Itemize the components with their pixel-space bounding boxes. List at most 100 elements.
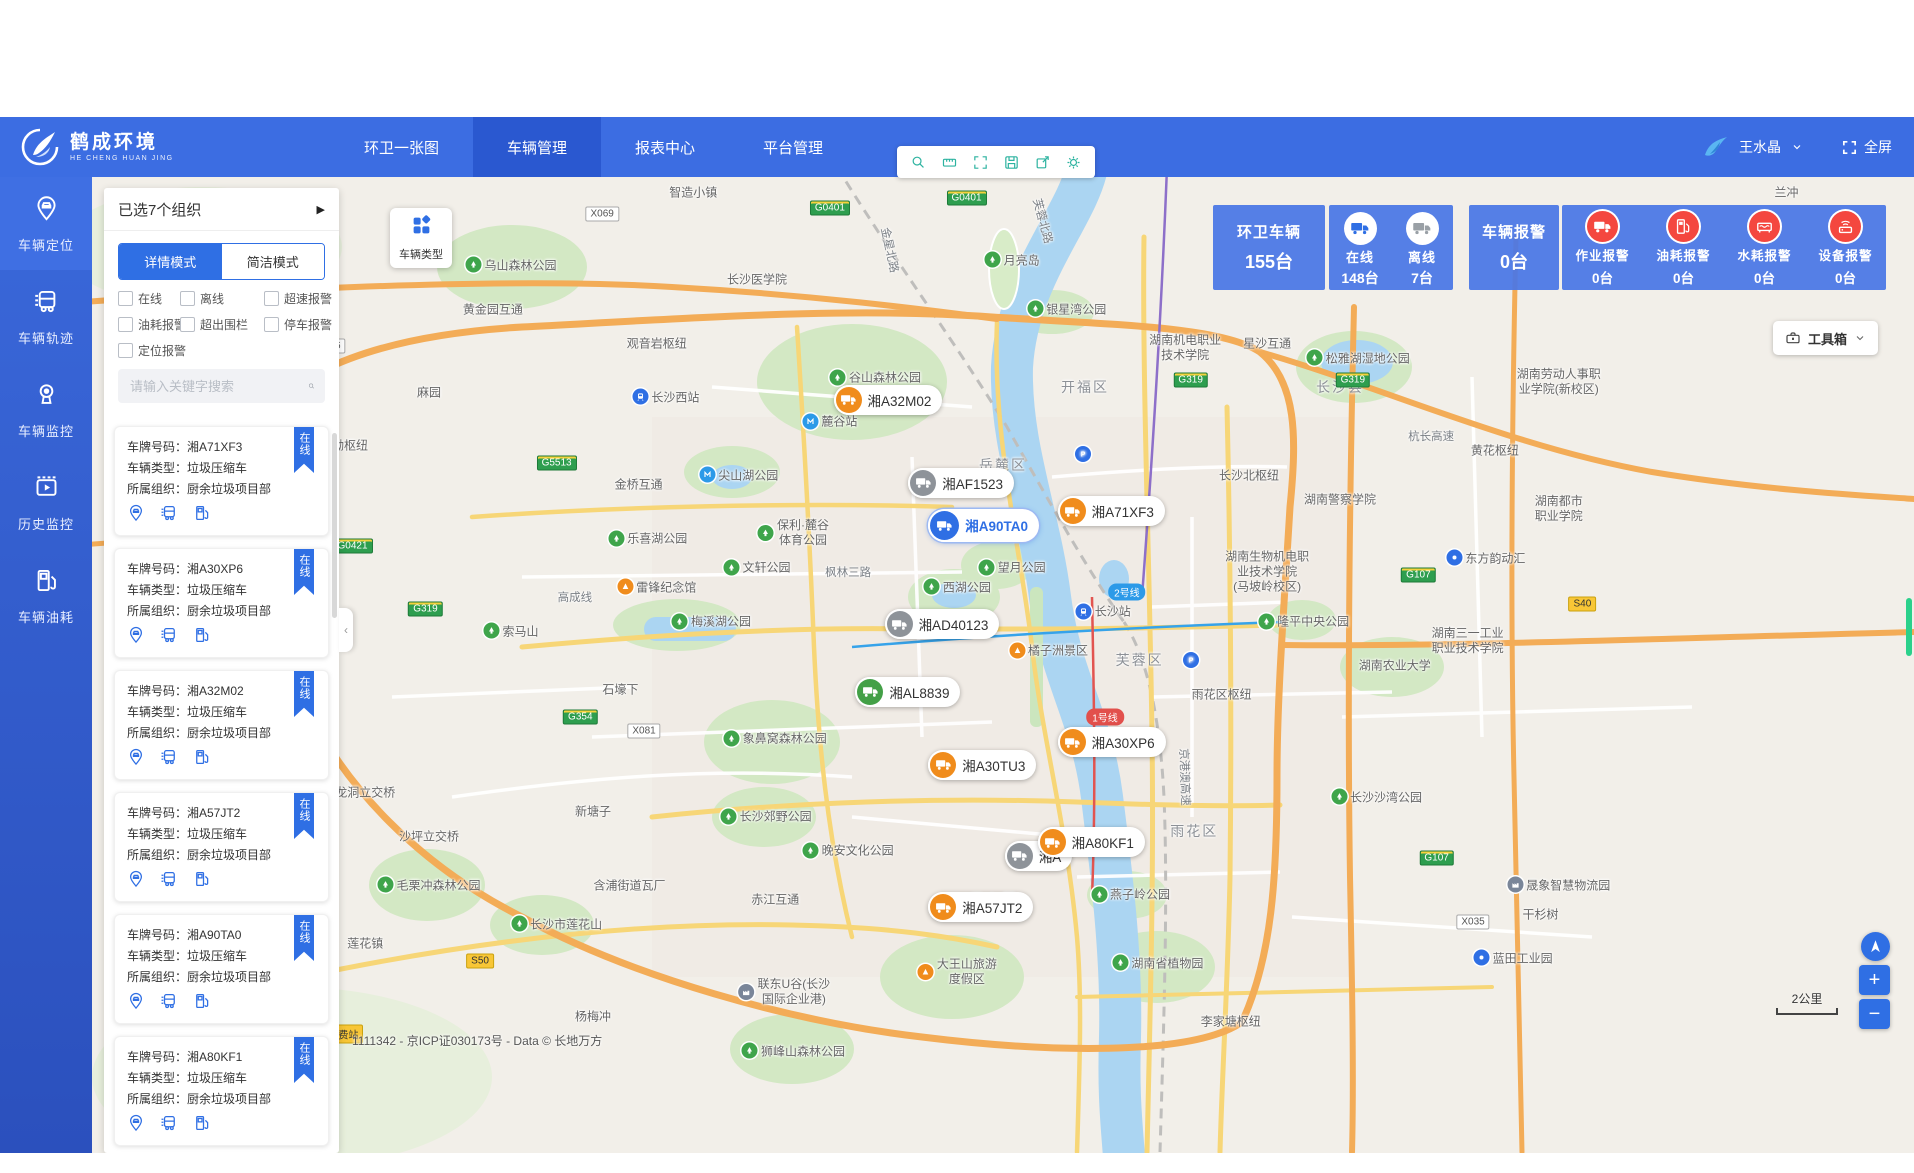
map-vehicle-marker-湘AD40123[interactable]: 湘AD40123 [885, 609, 1000, 639]
map-vehicle-marker-湘AL8839[interactable]: 湘AL8839 [855, 677, 960, 707]
vehicle-type-button[interactable]: 车辆类型 [390, 208, 452, 268]
filter-在线[interactable]: 在线 [118, 290, 180, 307]
map-vehicle-marker-湘A32M02[interactable]: 湘A32M02 [834, 385, 943, 415]
map-vehicle-marker-湘A90TA0[interactable]: 湘A90TA0 [928, 509, 1039, 542]
map-vehicle-marker-湘A57JT2[interactable]: 湘A57JT2 [928, 892, 1033, 922]
checkbox-icon[interactable] [118, 343, 133, 358]
user-avatar[interactable] [1701, 133, 1729, 161]
map-vehicle-marker-湘AF1523[interactable]: 湘AF1523 [908, 468, 1014, 498]
filter-油耗报警[interactable]: 油耗报警 [118, 316, 180, 333]
metro-poi-icon [802, 413, 818, 429]
checkbox-icon[interactable] [180, 317, 195, 332]
pin-car-icon[interactable] [127, 992, 145, 1015]
share-icon[interactable] [1027, 146, 1058, 178]
bus-track-icon[interactable] [160, 870, 178, 893]
checkbox-icon[interactable] [118, 317, 133, 332]
filter-超出围栏[interactable]: 超出围栏 [180, 316, 264, 333]
map-label-text: 长沙西站 [651, 388, 699, 405]
map-vehicle-marker-湘A80KF1[interactable]: 湘A80KF1 [1038, 827, 1145, 857]
checkbox-icon[interactable] [264, 291, 279, 306]
org-expand-icon[interactable]: ▶ [317, 203, 325, 216]
pin-car-icon[interactable] [127, 748, 145, 771]
filter-超速报警[interactable]: 超速报警 [264, 290, 332, 307]
pin-car-icon[interactable] [127, 1114, 145, 1137]
fuel-icon[interactable] [193, 870, 211, 893]
fullscreen-button[interactable]: 全屏 [1841, 137, 1892, 157]
bus-track-icon[interactable] [160, 1114, 178, 1137]
brand-logo: 鹤成环境 HE CHENG HUAN JING [0, 127, 270, 167]
fuel-icon[interactable] [193, 626, 211, 649]
map-label-长沙站: 长沙站 [1076, 603, 1131, 620]
map-label-狮峰山森林公园: 狮峰山森林公园 [742, 1042, 845, 1059]
pin-car-icon[interactable] [127, 626, 145, 649]
measure-icon[interactable] [934, 146, 965, 178]
map-label-text: 麓谷站 [821, 413, 857, 430]
sidebar-item-车辆定位[interactable]: 车辆定位 [0, 177, 92, 270]
vehicle-card[interactable]: 车牌号码：湘A71XF3车辆类型：垃圾压缩车所属组织：厨余垃圾项目部在线 [114, 426, 329, 536]
bus-track-icon[interactable] [160, 504, 178, 527]
map-label-text: 石壕下 [602, 681, 638, 698]
map-vehicle-marker-湘A30XP6[interactable]: 湘A30XP6 [1058, 727, 1166, 757]
checkbox-icon[interactable] [118, 291, 133, 306]
panel-scrollbar[interactable] [332, 433, 337, 618]
user-name[interactable]: 王水晶 [1739, 137, 1781, 157]
tab-简洁模式[interactable]: 简洁模式 [222, 244, 325, 279]
settings-icon[interactable] [1058, 146, 1089, 178]
sidebar-item-车辆监控[interactable]: 车辆监控 [0, 363, 92, 456]
search-icon[interactable] [308, 378, 315, 394]
sidebar-item-车辆油耗[interactable]: 车辆油耗 [0, 549, 92, 642]
sidebar-item-历史监控[interactable]: 历史监控 [0, 456, 92, 549]
bus-track-icon[interactable] [160, 626, 178, 649]
toolbox-label: 工具箱 [1808, 329, 1847, 348]
org-selection-label: 已选7个组织 [118, 199, 201, 220]
checkbox-icon[interactable] [180, 291, 195, 306]
vehicle-card[interactable]: 车牌号码：湘A57JT2车辆类型：垃圾压缩车所属组织：厨余垃圾项目部在线 [114, 792, 329, 902]
nav-item-环卫一张图[interactable]: 环卫一张图 [330, 117, 473, 177]
tab-详情模式[interactable]: 详情模式 [119, 244, 222, 279]
map-label-乐喜湖公园: 乐喜湖公园 [608, 530, 687, 547]
zoom-in-button[interactable]: + [1859, 965, 1890, 995]
sidebar-item-车辆轨迹[interactable]: 车辆轨迹 [0, 270, 92, 363]
vehicle-card[interactable]: 车牌号码：湘A90TA0车辆类型：垃圾压缩车所属组织：厨余垃圾项目部在线 [114, 914, 329, 1024]
filter-定位报警[interactable]: 定位报警 [118, 342, 180, 359]
zoom-out-button[interactable]: − [1859, 999, 1890, 1029]
map-label-text: 星沙互通 [1243, 334, 1291, 351]
stat-online-offline-card: 在线 148台 离线 7台 [1329, 205, 1453, 290]
bus-track-icon[interactable] [160, 992, 178, 1015]
nav-right: 王水晶 全屏 [1701, 133, 1914, 161]
pin-car-icon[interactable] [127, 504, 145, 527]
map-label-杨梅冲: 杨梅冲 [575, 1008, 611, 1025]
filter-停车报警[interactable]: 停车报警 [264, 316, 332, 333]
map-vehicle-marker-湘A71XF3[interactable]: 湘A71XF3 [1058, 496, 1165, 526]
panel-collapse-handle[interactable]: ‹ [339, 608, 353, 652]
vehicle-card[interactable]: 车牌号码：湘A32M02车辆类型：垃圾压缩车所属组织：厨余垃圾项目部在线 [114, 670, 329, 780]
filter-离线[interactable]: 离线 [180, 290, 264, 307]
pin-car-icon[interactable] [127, 870, 145, 893]
fuel-icon[interactable] [193, 1114, 211, 1137]
map-label-text: 谷山森林公园 [849, 369, 921, 386]
fuel-icon[interactable] [193, 504, 211, 527]
nav-item-车辆管理[interactable]: 车辆管理 [473, 117, 601, 177]
map-label-长沙西站: 长沙西站 [632, 388, 699, 405]
fuel-icon[interactable] [193, 992, 211, 1015]
map-label-雨花区: 雨花区 [1170, 821, 1218, 841]
search-box [118, 369, 325, 403]
checkbox-icon[interactable] [264, 317, 279, 332]
locate-button[interactable] [1861, 932, 1890, 961]
search-input[interactable] [128, 378, 308, 395]
user-menu-chevron-icon[interactable] [1791, 141, 1803, 153]
zoom-search-icon[interactable] [903, 146, 934, 178]
vehicle-card[interactable]: 车牌号码：湘A30XP6车辆类型：垃圾压缩车所属组织：厨余垃圾项目部在线 [114, 548, 329, 658]
toolbox-button[interactable]: 工具箱 [1773, 321, 1878, 355]
fuel-icon[interactable] [193, 748, 211, 771]
page-scrollbar-thumb[interactable] [1906, 598, 1912, 656]
save-icon[interactable] [996, 146, 1027, 178]
vehicle-card[interactable]: 车牌号码：湘A80KF1车辆类型：垃圾压缩车所属组织：厨余垃圾项目部在线 [114, 1036, 329, 1146]
map-vehicle-marker-湘A30TU3[interactable]: 湘A30TU3 [928, 750, 1036, 780]
bus-track-icon[interactable] [160, 748, 178, 771]
nav-item-报表中心[interactable]: 报表中心 [601, 117, 729, 177]
nav-item-平台管理[interactable]: 平台管理 [729, 117, 857, 177]
map-canvas[interactable]: 智造小镇乌山森林公园黄金园互通长沙医学院月亮岛银星湾公园观音岩枢纽麻园长沙西站谷… [92, 177, 1914, 1153]
train-poi-icon [632, 389, 648, 405]
expand-icon[interactable] [965, 146, 996, 178]
